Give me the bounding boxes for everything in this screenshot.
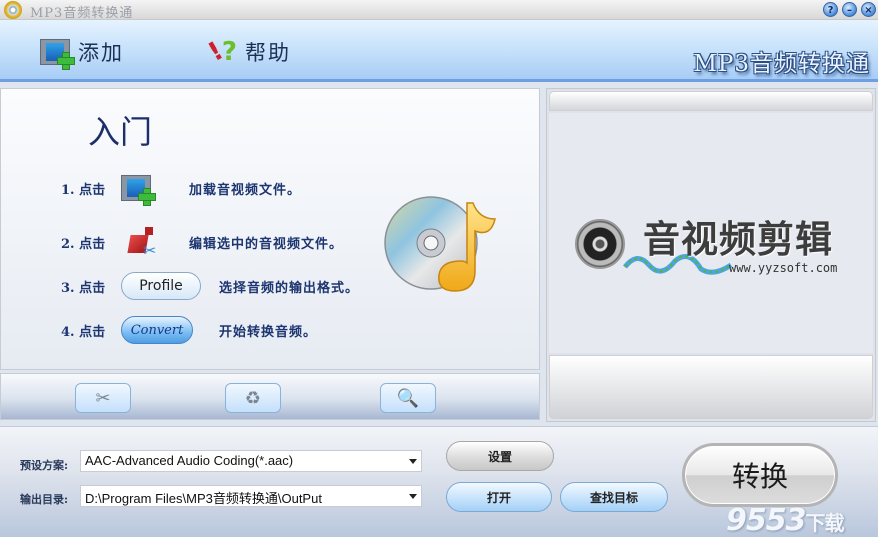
step-1: 1. 点击 加载音视频文件。 xyxy=(61,173,302,206)
chevron-down-icon[interactable] xyxy=(409,459,417,464)
output-dir-value: D:\Program Files\MP3音频转换通\OutPut xyxy=(85,491,322,506)
profile-button[interactable]: Profile xyxy=(121,272,201,300)
preset-label: 预设方案: xyxy=(20,459,69,472)
cd-music-icon xyxy=(384,196,496,292)
preview-header xyxy=(549,91,873,111)
window-title: MP3音频转换通 xyxy=(30,6,134,21)
add-media-icon xyxy=(40,39,75,70)
app-window: MP3音频转换通 ? – × 添加 !? 帮助 MP3音频转换通 入门 1. 点… xyxy=(0,0,878,537)
add-label: 添加 xyxy=(78,41,124,65)
convert-button[interactable]: 转换 xyxy=(682,443,838,507)
help-icon: !? xyxy=(203,36,237,68)
brand-logo: 音视频剪辑 www.yyzsoft.com xyxy=(575,199,865,289)
intro-title: 入门 xyxy=(88,113,153,151)
preview-area: 音视频剪辑 www.yyzsoft.com xyxy=(549,113,873,353)
close-button[interactable]: × xyxy=(861,2,876,17)
step-number: 2. 点击 xyxy=(61,236,106,252)
logo-url: www.yyzsoft.com xyxy=(729,261,838,275)
step-number: 4. 点击 xyxy=(61,324,106,340)
minimize-button[interactable]: – xyxy=(842,2,857,17)
brand-title: MP3音频转换通 xyxy=(693,51,870,77)
toolbar: 添加 !? 帮助 MP3音频转换通 xyxy=(0,20,878,82)
step-description: 加载音视频文件。 xyxy=(189,182,302,198)
step-description: 编辑选中的音视频文件。 xyxy=(189,236,344,252)
add-media-icon[interactable] xyxy=(121,175,156,206)
step-2: 2. 点击 ✂ 编辑选中的音视频文件。 xyxy=(61,227,344,260)
convert-pill-button[interactable]: Convert xyxy=(121,316,193,344)
logo-text: 音视频剪辑 xyxy=(643,217,833,261)
step-number: 1. 点击 xyxy=(61,182,106,198)
step-description: 开始转换音频。 xyxy=(219,324,318,340)
chevron-down-icon[interactable] xyxy=(409,494,417,499)
open-button[interactable]: 打开 xyxy=(446,482,552,512)
add-button[interactable]: 添加 xyxy=(40,36,124,70)
recycle-bin-icon: ♻ xyxy=(244,387,262,409)
edit-tools-bar: ✂ ♻ 🔍 xyxy=(0,373,540,420)
film-reel-icon xyxy=(575,219,625,269)
step-4: 4. 点击 Convert 开始转换音频。 xyxy=(61,315,317,345)
watermark-number: 9553 xyxy=(726,503,806,537)
output-dir-select[interactable]: D:\Program Files\MP3音频转换通\OutPut xyxy=(80,485,422,507)
delete-button[interactable]: ♻ xyxy=(225,383,281,413)
output-settings: 预设方案: AAC-Advanced Audio Coding(*.aac) 输… xyxy=(0,426,878,537)
watermark: 9553下载 xyxy=(726,503,845,537)
help-button[interactable]: !? 帮助 xyxy=(203,36,291,68)
help-window-button[interactable]: ? xyxy=(823,2,838,17)
preset-value: AAC-Advanced Audio Coding(*.aac) xyxy=(85,453,294,468)
title-bar[interactable]: MP3音频转换通 ? – × xyxy=(0,0,878,21)
preview-footer xyxy=(549,355,873,419)
find-button[interactable]: 🔍 xyxy=(380,383,436,413)
step-number: 3. 点击 xyxy=(61,280,106,296)
find-target-button[interactable]: 查找目标 xyxy=(560,482,668,512)
edit-icon[interactable]: ✂ xyxy=(127,227,161,260)
step-description: 选择音频的输出格式。 xyxy=(219,280,360,296)
watermark-suffix: 下载 xyxy=(805,511,845,535)
help-label: 帮助 xyxy=(244,41,291,65)
settings-button[interactable]: 设置 xyxy=(446,441,554,471)
app-cd-icon xyxy=(4,1,22,19)
cut-button[interactable]: ✂ xyxy=(75,383,131,413)
magnifier-icon: 🔍 xyxy=(396,387,420,409)
getting-started-panel: 入门 1. 点击 加载音视频文件。 2. 点击 ✂ 编辑选中的音视频文件。 3.… xyxy=(0,88,540,370)
step-3: 3. 点击 Profile 选择音频的输出格式。 xyxy=(61,271,359,301)
output-dir-label: 输出目录: xyxy=(20,493,69,506)
preview-panel: 音视频剪辑 www.yyzsoft.com xyxy=(546,88,876,422)
scissors-icon: ✂ xyxy=(95,387,111,409)
preset-select[interactable]: AAC-Advanced Audio Coding(*.aac) xyxy=(80,450,422,472)
